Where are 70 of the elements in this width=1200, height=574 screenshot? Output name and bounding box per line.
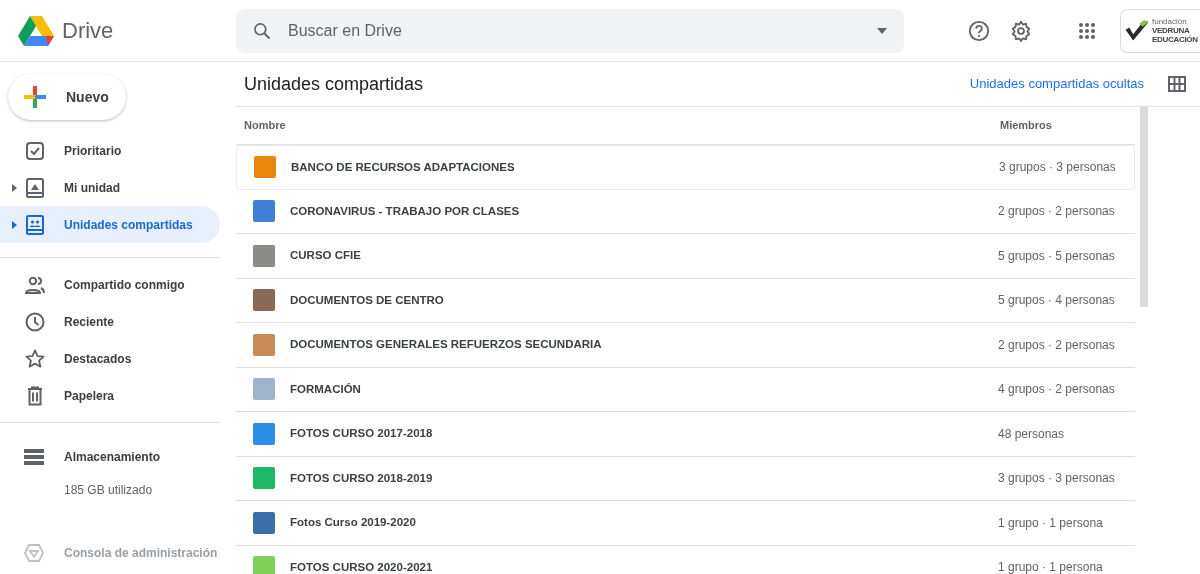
drive-name: DOCUMENTOS DE CENTRO bbox=[290, 292, 445, 308]
drive-name: FORMACIÓN bbox=[290, 381, 362, 397]
shared-drive-row[interactable]: CORONAVIRUS - TRABAJO POR CLASES 2 grupos · 2 personas bbox=[236, 189, 1135, 234]
logo-text: VEDRUNA bbox=[1152, 26, 1191, 35]
drive-name: FOTOS CURSO 2020-2021 bbox=[290, 559, 434, 574]
hidden-drives-link[interactable]: Unidades compartidas ocultas bbox=[969, 74, 1144, 94]
admin-console-icon bbox=[24, 544, 44, 562]
drive-name: Fotos Curso 2019-2020 bbox=[290, 515, 417, 531]
drive-name: CORONAVIRUS - TRABAJO POR CLASES bbox=[290, 203, 521, 219]
shared-drive-row[interactable]: FOTOS CURSO 2018-2019 3 grupos · 3 personas bbox=[236, 456, 1135, 501]
apps-grid-icon[interactable] bbox=[1078, 21, 1096, 40]
members-count: 3 grupos · 3 personas bbox=[998, 470, 1115, 488]
help-icon[interactable] bbox=[968, 19, 990, 42]
search-input[interactable]: Buscar en Drive bbox=[288, 18, 860, 43]
members-count: 4 grupos · 2 personas bbox=[998, 381, 1115, 399]
column-header[interactable]: Nombre bbox=[244, 117, 1000, 134]
members-count: 1 grupo · 1 persona bbox=[998, 514, 1103, 532]
drive-name: FOTOS CURSO 2018-2019 bbox=[290, 470, 434, 486]
organization-logo[interactable]: fundación VEDRUNA EDUCACIÓN bbox=[1120, 8, 1200, 53]
shared-drive-row[interactable]: BANCO DE RECURSOS ADAPTACIONES 3 grupos · 3 personas bbox=[236, 145, 1135, 190]
sidebar-item[interactable]: Mi unidad bbox=[0, 169, 220, 206]
column-header[interactable]: Miembros bbox=[1000, 117, 1052, 134]
drive-name: FOTOS CURSO 2017-2018 bbox=[290, 426, 434, 442]
shared-icon bbox=[24, 213, 46, 236]
app-name: Drive bbox=[62, 17, 114, 45]
shared-drive-row[interactable]: CURSO CFIE 5 grupos · 5 personas bbox=[236, 234, 1135, 279]
drive-name: BANCO DE RECURSOS ADAPTACIONES bbox=[291, 159, 516, 175]
star-icon bbox=[24, 347, 46, 370]
check-icon bbox=[24, 139, 46, 162]
sidebar-item[interactable]: Papelera bbox=[0, 377, 220, 414]
expand-arrow-icon[interactable] bbox=[11, 183, 17, 192]
sidebar-item[interactable]: Destacados bbox=[0, 340, 220, 377]
shared-drive-row[interactable]: DOCUMENTOS GENERALES REFUERZOS SECUNDARIA 2 grupos · 2 personas bbox=[236, 323, 1135, 368]
settings-icon[interactable] bbox=[1010, 19, 1032, 42]
grid-view-icon[interactable] bbox=[1168, 76, 1186, 92]
drive-name: CURSO CFIE bbox=[290, 248, 362, 264]
shared-drive-row[interactable]: FOTOS CURSO 2020-2021 1 grupo · 1 persona bbox=[236, 545, 1135, 574]
members-count: 5 grupos · 4 personas bbox=[998, 292, 1115, 310]
members-count: 48 personas bbox=[998, 425, 1065, 443]
members-count: 2 grupos · 2 personas bbox=[998, 203, 1115, 221]
sidebar-item[interactable]: Reciente bbox=[0, 303, 220, 340]
logo-text: fundación bbox=[1152, 17, 1188, 26]
page-title: Unidades compartidas bbox=[244, 72, 424, 96]
sidebar-item[interactable]: Unidades compartidas bbox=[0, 206, 220, 243]
shared-drive-row[interactable]: DOCUMENTOS DE CENTRO 5 grupos · 4 personas bbox=[236, 278, 1135, 323]
drive-icon bbox=[24, 176, 46, 199]
dropdown-caret-icon[interactable] bbox=[876, 27, 888, 34]
members-count: 2 grupos · 2 personas bbox=[998, 336, 1115, 354]
members-count: 5 grupos · 5 personas bbox=[998, 247, 1115, 265]
clock-icon bbox=[24, 310, 46, 333]
plus-icon bbox=[24, 86, 46, 108]
new-button[interactable]: Nuevo bbox=[8, 74, 126, 120]
search-icon bbox=[252, 20, 272, 41]
members-count: 3 grupos · 3 personas bbox=[999, 159, 1116, 177]
shared-drive-row[interactable]: FORMACIÓN 4 grupos · 2 personas bbox=[236, 367, 1135, 412]
storage-icon bbox=[24, 449, 44, 465]
storage-label[interactable]: Almacenamiento bbox=[64, 448, 161, 466]
storage-used-text: 185 GB utilizado bbox=[64, 482, 153, 499]
sidebar-item[interactable]: Compartido conmigo bbox=[0, 266, 220, 303]
shared-drive-row[interactable]: FOTOS CURSO 2017-2018 48 personas bbox=[236, 412, 1135, 457]
shared-drive-row[interactable]: Fotos Curso 2019-2020 1 grupo · 1 persona bbox=[236, 501, 1135, 546]
checkmark-logo-icon bbox=[1124, 19, 1150, 42]
scrollbar-thumb[interactable] bbox=[1140, 107, 1148, 307]
sidebar-item[interactable]: Prioritario bbox=[0, 132, 220, 169]
members-count: 1 grupo · 1 persona bbox=[998, 559, 1103, 574]
drive-name: DOCUMENTOS GENERALES REFUERZOS SECUNDARIA bbox=[290, 337, 603, 353]
expand-arrow-icon[interactable] bbox=[11, 220, 17, 229]
search-bar[interactable]: Buscar en Drive bbox=[236, 8, 904, 53]
logo-text: EDUCACIÓN bbox=[1152, 35, 1198, 44]
drive-logo-icon bbox=[18, 14, 54, 47]
